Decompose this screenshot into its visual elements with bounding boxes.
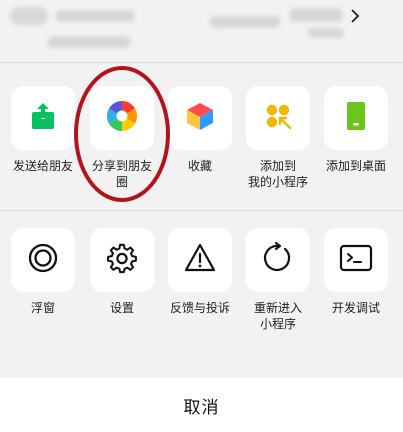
float-window-tile[interactable] xyxy=(11,228,75,292)
settings-tile[interactable] xyxy=(90,228,154,292)
warning-icon xyxy=(184,242,216,278)
add-to-desktop-label: 添加到桌面 xyxy=(325,159,386,173)
redacted-info-1 xyxy=(210,16,280,28)
share-action-sheet: 发送给朋友 分享到朋友 圈 收藏 添加到 我的小程序 添加到桌面 浮窗 设置 反… xyxy=(0,0,403,432)
cancel-button[interactable]: 取消 xyxy=(0,378,403,432)
share-row: 发送给朋友 分享到朋友 圈 收藏 添加到 我的小程序 添加到桌面 xyxy=(0,86,403,236)
favorites-button[interactable]: 收藏 xyxy=(160,86,240,174)
float-window-button[interactable]: 浮窗 xyxy=(3,228,83,316)
divider-middle xyxy=(0,210,403,211)
desktop-phone-icon xyxy=(343,101,369,135)
redacted-avatar xyxy=(10,7,48,25)
re-enter-mini-program-tile[interactable] xyxy=(246,228,310,292)
redacted-info-3 xyxy=(308,28,344,38)
redacted-info-2 xyxy=(290,8,342,22)
developer-debug-tile[interactable] xyxy=(324,228,388,292)
add-to-my-mini-programs-button[interactable]: 添加到 我的小程序 xyxy=(238,86,318,190)
share-to-moments-label: 分享到朋友 圈 xyxy=(91,159,152,189)
developer-debug-label: 开发调试 xyxy=(331,301,380,315)
chevron-right-icon[interactable] xyxy=(349,8,361,28)
redacted-title xyxy=(56,10,134,22)
feedback-and-complaint-button[interactable]: 反馈与投诉 xyxy=(160,228,240,316)
share-arrow-icon xyxy=(28,101,58,135)
gear-icon xyxy=(106,242,138,278)
re-enter-mini-program-button[interactable]: 重新进入 小程序 xyxy=(238,228,318,332)
divider-top xyxy=(0,62,403,63)
add-to-desktop-tile[interactable] xyxy=(324,86,388,150)
share-to-moments-tile[interactable] xyxy=(90,86,154,150)
settings-button[interactable]: 设置 xyxy=(82,228,162,316)
share-to-moments-button[interactable]: 分享到朋友 圈 xyxy=(82,86,162,190)
send-to-friend-button[interactable]: 发送给朋友 xyxy=(3,86,83,174)
favorites-tile[interactable] xyxy=(168,86,232,150)
send-to-friend-label: 发送给朋友 xyxy=(12,159,73,173)
float-window-label: 浮窗 xyxy=(30,301,55,315)
moments-aperture-icon xyxy=(105,99,139,137)
developer-debug-button[interactable]: 开发调试 xyxy=(316,228,396,316)
send-to-friend-tile[interactable] xyxy=(11,86,75,150)
feedback-and-complaint-tile[interactable] xyxy=(168,228,232,292)
refresh-icon xyxy=(262,241,294,278)
mini-program-add-icon xyxy=(263,101,293,135)
terminal-icon xyxy=(339,244,373,276)
redacted-subtitle xyxy=(48,36,130,48)
app-header[interactable] xyxy=(0,0,403,62)
float-window-icon xyxy=(27,242,59,278)
cancel-label: 取消 xyxy=(183,397,220,418)
add-to-my-mini-programs-tile[interactable] xyxy=(246,86,310,150)
favorites-cube-icon xyxy=(184,100,216,136)
add-to-desktop-button[interactable]: 添加到桌面 xyxy=(316,86,396,174)
settings-label: 设置 xyxy=(109,301,134,315)
add-to-my-mini-programs-label: 添加到 我的小程序 xyxy=(247,159,308,189)
feedback-and-complaint-label: 反馈与投诉 xyxy=(169,301,230,315)
re-enter-mini-program-label: 重新进入 小程序 xyxy=(253,301,302,331)
favorites-label: 收藏 xyxy=(187,159,212,173)
tools-row: 浮窗 设置 反馈与投诉 重新进入 小程序 开发调试 xyxy=(0,228,403,378)
